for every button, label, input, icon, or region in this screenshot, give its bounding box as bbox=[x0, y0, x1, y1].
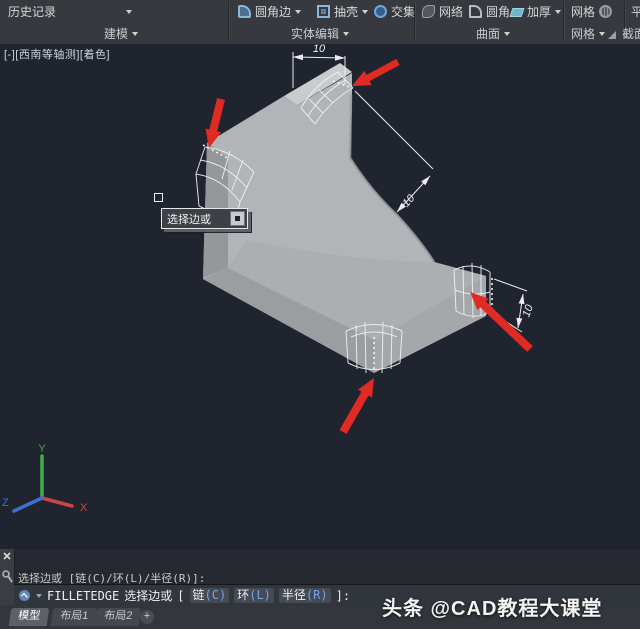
intersect-button[interactable]: 交集 bbox=[374, 3, 415, 19]
fillet-edge-button[interactable]: 圆角边 bbox=[238, 3, 301, 19]
option-radius[interactable]: 半径(R) bbox=[279, 588, 331, 603]
ribbon-separator bbox=[228, 2, 230, 41]
chevron-down-icon bbox=[343, 32, 349, 39]
dim-right-text: 10 bbox=[520, 302, 536, 318]
new-layout-button[interactable]: + bbox=[140, 610, 154, 624]
red-arrow-right bbox=[470, 292, 533, 352]
mesh-label: 网格 bbox=[571, 3, 595, 20]
option-chain[interactable]: 链(C) bbox=[190, 588, 230, 603]
network-button[interactable]: 网络 bbox=[422, 3, 463, 19]
tooltip-options-icon[interactable] bbox=[230, 211, 245, 226]
fillet-label: 圆角 bbox=[486, 3, 510, 20]
red-arrow-top-right bbox=[352, 59, 400, 86]
thicken-button[interactable]: 加厚 bbox=[511, 3, 561, 19]
tooltip-text: 选择边或 bbox=[167, 211, 211, 227]
close-icon[interactable] bbox=[4, 553, 10, 559]
ucs-icon bbox=[14, 456, 72, 511]
command-name: FILLETEDGE bbox=[47, 589, 119, 603]
command-prompt: 选择边或 bbox=[124, 587, 172, 604]
network-surface-icon bbox=[422, 5, 435, 18]
chevron-down-icon bbox=[126, 10, 132, 17]
tab-model[interactable]: 模型 bbox=[9, 608, 50, 626]
shell-label: 抽壳 bbox=[334, 3, 358, 20]
command-history-line: 选择边或 [链(C)/环(L)/半径(R)]: bbox=[18, 573, 205, 585]
history-button[interactable]: 历史记录 bbox=[8, 3, 56, 19]
command-rail bbox=[0, 549, 15, 605]
panel-solid-editing[interactable]: 实体编辑 bbox=[291, 25, 349, 42]
ucs-x-axis bbox=[42, 498, 72, 506]
mesh-button[interactable]: 网格 bbox=[571, 3, 612, 19]
command-suggestion-icon[interactable] bbox=[18, 589, 31, 602]
ribbon-separator bbox=[414, 2, 416, 41]
dynamic-input-tooltip: 选择边或 bbox=[161, 208, 248, 229]
thicken-label: 加厚 bbox=[527, 3, 551, 20]
mesh-sphere-icon bbox=[599, 5, 612, 18]
chevron-down-icon bbox=[362, 10, 368, 17]
chevron-down-icon bbox=[132, 32, 138, 39]
chevron-down-icon[interactable] bbox=[36, 594, 42, 601]
drawing-area[interactable]: 10 10 10 Y X Z [-][西南等 bbox=[0, 44, 640, 549]
shell-button[interactable]: 抽壳 bbox=[317, 3, 368, 19]
thicken-icon bbox=[510, 8, 525, 17]
ucs-z-axis bbox=[14, 498, 42, 511]
fillet-icon bbox=[469, 5, 482, 18]
red-arrow-bottom bbox=[340, 378, 375, 434]
panel-section[interactable]: 截面 bbox=[622, 25, 640, 42]
wrench-icon[interactable] bbox=[3, 571, 12, 582]
dim-slope-text: 10 bbox=[400, 192, 418, 210]
plane-button[interactable]: 平 bbox=[631, 3, 640, 19]
model-view: 10 10 10 Y X Z bbox=[0, 44, 640, 549]
panel-expander-icon[interactable] bbox=[608, 31, 616, 39]
intersect-label: 交集 bbox=[391, 3, 415, 20]
history-label: 历史记录 bbox=[8, 3, 56, 20]
dim-top-text: 10 bbox=[313, 44, 326, 55]
autocad-window: 历史记录 圆角边 抽壳 交集 网络 圆角 bbox=[0, 0, 640, 629]
option-loop[interactable]: 环(L) bbox=[234, 588, 274, 603]
chevron-down-icon bbox=[599, 32, 605, 39]
ucs-z-label: Z bbox=[2, 497, 9, 509]
plane-label: 平 bbox=[631, 3, 640, 20]
fillet-edge-icon bbox=[238, 5, 251, 18]
intersect-icon bbox=[374, 5, 387, 18]
panel-surface[interactable]: 曲面 bbox=[476, 25, 510, 42]
watermark: 头条 @CAD教程大课堂 bbox=[382, 592, 602, 621]
ribbon-separator bbox=[563, 2, 565, 41]
panel-mesh[interactable]: 网格 bbox=[571, 25, 605, 42]
ucs-y-label: Y bbox=[38, 443, 46, 455]
crosshair-pickbox bbox=[154, 193, 163, 202]
ribbon: 历史记录 圆角边 抽壳 交集 网络 圆角 bbox=[0, 0, 640, 45]
ucs-x-label: X bbox=[80, 502, 88, 514]
fillet-button[interactable]: 圆角 bbox=[469, 3, 510, 19]
chevron-down-icon bbox=[295, 10, 301, 17]
history-dropdown[interactable] bbox=[126, 3, 132, 19]
network-label: 网络 bbox=[439, 3, 463, 20]
tab-layout1[interactable]: 布局1 bbox=[51, 608, 98, 626]
tab-layout2[interactable]: 布局2 bbox=[95, 608, 142, 626]
fillet-edge-label: 圆角边 bbox=[255, 3, 291, 20]
shell-icon bbox=[317, 5, 330, 18]
chevron-down-icon bbox=[555, 10, 561, 17]
panel-modeling[interactable]: 建模 bbox=[104, 25, 138, 42]
viewport-controls[interactable]: [-][西南等轴测][着色] bbox=[4, 46, 110, 62]
chevron-down-icon bbox=[504, 32, 510, 39]
